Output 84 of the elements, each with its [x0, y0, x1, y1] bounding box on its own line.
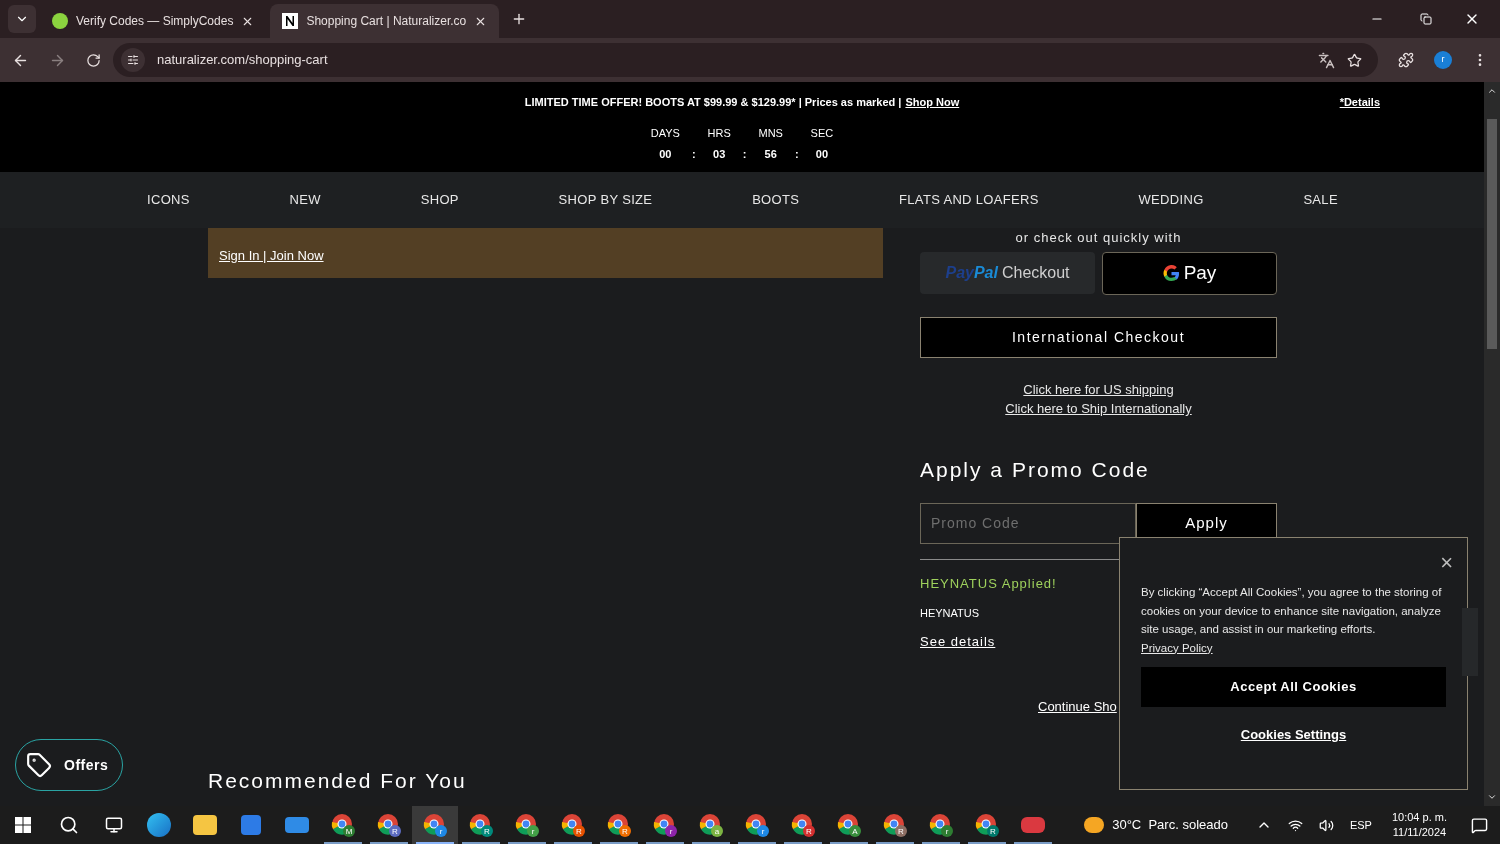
- taskbar-app-button[interactable]: r: [642, 806, 688, 844]
- promo-text: LIMITED TIME OFFER! BOOTS AT $99.99 & $129.99* | Prices as marked |: [524, 95, 902, 110]
- privacy-policy-link[interactable]: Privacy Policy: [1141, 641, 1213, 654]
- countdown-separator: :: [691, 147, 696, 162]
- tag-icon: [26, 752, 52, 778]
- tab-title: Shopping Cart | Naturalizer.co: [306, 13, 467, 30]
- taskbar-app-button[interactable]: R: [550, 806, 596, 844]
- countdown-label: MNS: [758, 125, 783, 141]
- notifications-icon[interactable]: [1471, 816, 1488, 834]
- promo-code-text: HEYNATUS: [920, 606, 980, 621]
- profile-avatar[interactable]: r: [1434, 51, 1452, 69]
- countdown-value: 56: [764, 147, 777, 162]
- quick-checkout-label: or check out quickly with: [1014, 229, 1183, 247]
- nav-link[interactable]: SHOP BY SIZE: [558, 190, 653, 210]
- extensions-icon[interactable]: [1398, 52, 1414, 68]
- nav-link[interactable]: SHOP: [420, 190, 459, 210]
- network-icon[interactable]: [1287, 817, 1303, 833]
- url-text: naturalizer.com/shopping-cart: [157, 51, 329, 70]
- reload-icon[interactable]: [86, 52, 101, 68]
- language-indicator[interactable]: ESP: [1349, 816, 1372, 834]
- international-checkout-button[interactable]: International Checkout: [920, 317, 1277, 358]
- nav-link[interactable]: ICONS: [147, 190, 190, 210]
- countdown-label: HRS: [707, 125, 731, 141]
- scrollbar-thumb[interactable]: [1487, 119, 1497, 349]
- translate-icon[interactable]: [1318, 51, 1335, 69]
- cookies-settings-link[interactable]: Cookies Settings: [1240, 725, 1347, 745]
- weather-text: 30°C Parc. soleado: [1112, 816, 1228, 835]
- google-pay-button[interactable]: Pay: [1102, 252, 1277, 295]
- scroll-up-icon[interactable]: [1487, 86, 1497, 96]
- taskbar-app-button[interactable]: R: [964, 806, 1010, 844]
- taskbar-app-button[interactable]: R: [366, 806, 412, 844]
- tab-favicon-icon: [282, 13, 299, 29]
- continue-shopping-link[interactable]: Continue Sho: [1038, 697, 1117, 717]
- site-settings-icon[interactable]: [121, 48, 145, 72]
- countdown-label: SEC: [810, 125, 834, 141]
- accept-cookies-button[interactable]: Accept All Cookies: [1141, 667, 1446, 707]
- see-details-link[interactable]: See details: [920, 631, 996, 651]
- taskbar-app-button[interactable]: M: [320, 806, 366, 844]
- clock[interactable]: 10:04 p. m. 11/11/2024: [1391, 810, 1447, 840]
- browser-tab[interactable]: Shopping Cart | Naturalizer.co: [270, 4, 500, 38]
- browser-tab[interactable]: Verify Codes — SimplyCodes: [40, 4, 267, 38]
- offers-button[interactable]: Offers: [15, 739, 123, 791]
- countdown-label: DAYS: [650, 125, 680, 141]
- countdown-separator: :: [742, 147, 747, 162]
- address-bar[interactable]: naturalizer.com/shopping-cart: [113, 43, 1378, 77]
- tab-list-button[interactable]: [8, 5, 36, 33]
- countdown-value: 03: [713, 147, 726, 162]
- close-button[interactable]: ×: [1440, 552, 1453, 574]
- countdown-value: 00: [815, 147, 829, 162]
- shipping-link[interactable]: Click here to Ship Internationally: [1005, 399, 1192, 418]
- countdown-separator: :: [794, 147, 799, 162]
- sign-in-link[interactable]: Sign In | Join Now: [219, 245, 324, 265]
- taskbar-app-button[interactable]: R: [780, 806, 826, 844]
- nav-link[interactable]: WEDDING: [1138, 190, 1204, 210]
- recommended-heading: Recommended For You: [208, 767, 468, 794]
- cookie-consent-text: By clicking “Accept All Cookies”, you agree to the storing of cookies on your device to enhance site navigation, analyze site usage, and assist in our marketing efforts. Privacy Policy: [1141, 585, 1443, 656]
- taskbar-app-button[interactable]: r: [918, 806, 964, 844]
- taskbar-app-button[interactable]: R: [458, 806, 504, 844]
- taskbar-app-button[interactable]: r: [734, 806, 780, 844]
- promo-applied-message: HEYNATUS Applied!: [920, 574, 1057, 593]
- nav-link[interactable]: FLATS AND LOAFERS: [899, 190, 1039, 210]
- tab-favicon-icon: [52, 13, 68, 29]
- paypal-checkout-button[interactable]: PayPal Checkout: [920, 252, 1095, 294]
- google-g-icon: [1162, 265, 1180, 282]
- promo-code-field[interactable]: Promo Code: [920, 502, 1136, 544]
- restore-icon[interactable]: [1420, 13, 1432, 25]
- bookmark-star-icon[interactable]: [1347, 52, 1362, 68]
- scrollbar[interactable]: [1484, 82, 1500, 806]
- taskbar-app-button[interactable]: r: [412, 806, 458, 844]
- task-view-icon[interactable]: [105, 816, 123, 834]
- shipping-link[interactable]: Click here for US shipping: [1023, 380, 1174, 399]
- volume-icon[interactable]: [1318, 817, 1334, 833]
- countdown-value: 00: [659, 147, 672, 162]
- nav-link[interactable]: SALE: [1303, 190, 1338, 210]
- taskbar-app-button[interactable]: R: [872, 806, 918, 844]
- tab-title: Verify Codes — SimplyCodes: [76, 13, 234, 30]
- nav-link[interactable]: NEW: [289, 190, 321, 210]
- taskbar-app-button[interactable]: A: [826, 806, 872, 844]
- scroll-down-icon[interactable]: [1487, 792, 1497, 802]
- details-link[interactable]: *Details: [1339, 94, 1380, 111]
- promo-code-heading: Apply a Promo Code: [920, 457, 1151, 483]
- search-icon[interactable]: [59, 815, 79, 835]
- shop-now-link[interactable]: Shop Now: [905, 94, 960, 111]
- nav-link[interactable]: BOOTS: [752, 190, 800, 210]
